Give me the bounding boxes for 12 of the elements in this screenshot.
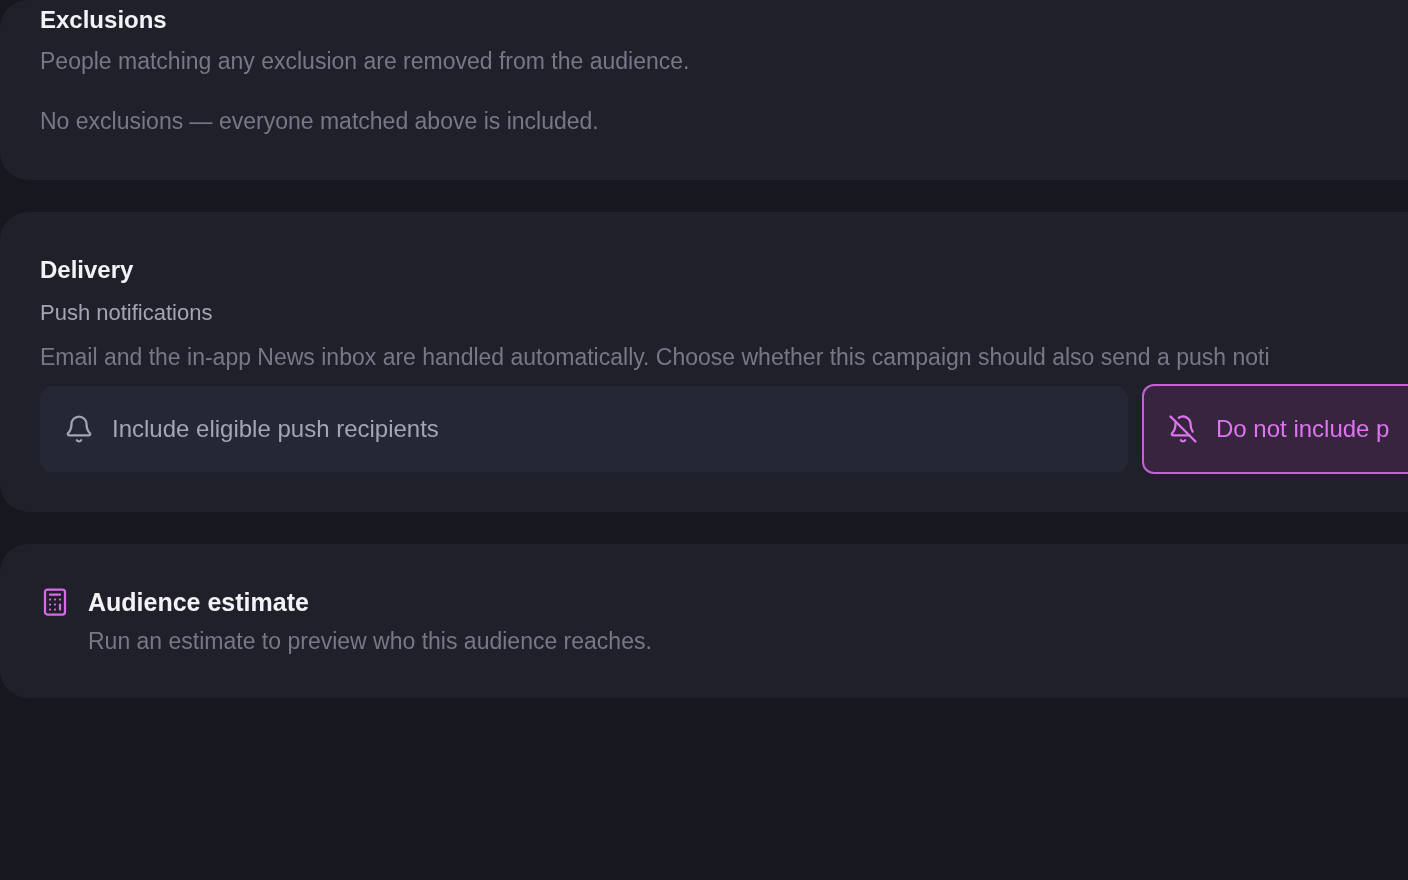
empty-message: No exclusions — everyone matched above is included.	[40, 107, 599, 136]
section-title: Exclusions	[40, 5, 167, 35]
bell-off-icon	[1168, 414, 1198, 444]
bell-icon	[64, 414, 94, 444]
section-description: Email and the in-app News inbox are handled automatically. Choose whether this campaign should also send a push noti	[40, 343, 1270, 372]
section-title: Delivery	[40, 255, 134, 285]
section-subtitle: Push notifications	[40, 299, 213, 327]
section-description: People matching any exclusion are removed from the audience.	[40, 47, 690, 76]
section-description: Run an estimate to preview who this audience reaches.	[88, 627, 652, 656]
section-title: Audience estimate	[88, 587, 309, 618]
push-option[interactable]: Do not include p	[1142, 384, 1408, 474]
push-option[interactable]: Include eligible push recipients	[40, 386, 1128, 472]
